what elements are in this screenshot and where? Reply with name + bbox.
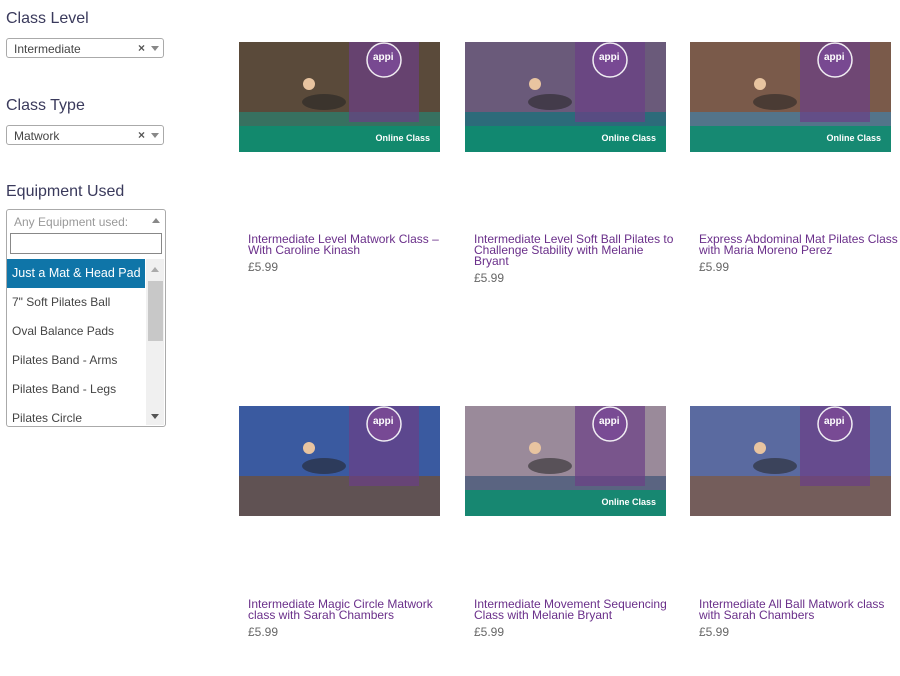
scroll-down-icon[interactable] bbox=[151, 414, 159, 419]
product-thumbnail[interactable]: appi Online Class bbox=[239, 42, 440, 152]
class-level-select[interactable]: Intermediate × bbox=[6, 38, 164, 58]
product-price: £5.99 bbox=[248, 625, 279, 639]
class-level-label: Class Level bbox=[6, 10, 89, 27]
equipment-placeholder: Any Equipment used: bbox=[14, 215, 129, 229]
online-class-badge: Online Class bbox=[465, 490, 666, 516]
product-thumbnail[interactable]: appi Online Class bbox=[690, 42, 891, 152]
product-thumbnail[interactable]: appi bbox=[690, 406, 891, 516]
class-level-value: Intermediate bbox=[14, 42, 81, 56]
chevron-up-icon bbox=[152, 218, 160, 223]
class-type-select[interactable]: Matwork × bbox=[6, 125, 164, 145]
online-class-badge: Online Class bbox=[239, 126, 440, 152]
badge-label: Online Class bbox=[601, 497, 656, 507]
online-class-badge: Online Class bbox=[465, 126, 666, 152]
online-class-badge: Online Class bbox=[690, 126, 891, 152]
product-price: £5.99 bbox=[699, 260, 730, 274]
class-type-label: Class Type bbox=[6, 97, 85, 114]
equipment-option[interactable]: Pilates Band - Legs bbox=[7, 375, 145, 404]
product-title-link[interactable]: Intermediate Movement Sequencing Class w… bbox=[474, 598, 674, 621]
class-type-value: Matwork bbox=[14, 129, 60, 143]
badge-label: Online Class bbox=[601, 133, 656, 143]
product-thumbnail[interactable]: appi bbox=[239, 406, 440, 516]
product-title-link[interactable]: Intermediate Level Matwork Class – With … bbox=[248, 233, 448, 256]
equipment-label: Equipment Used bbox=[6, 183, 125, 200]
scrollbar-thumb[interactable] bbox=[148, 281, 163, 341]
badge-label: Online Class bbox=[826, 133, 881, 143]
product-title-link[interactable]: Intermediate Magic Circle Matwork class … bbox=[248, 598, 448, 621]
chevron-down-icon bbox=[151, 133, 159, 138]
appi-logo: appi bbox=[373, 52, 394, 63]
equipment-option[interactable]: Pilates Circle bbox=[7, 404, 145, 433]
product-price: £5.99 bbox=[699, 625, 730, 639]
equipment-option[interactable]: Just a Mat & Head Pad bbox=[7, 259, 145, 288]
product-title-link[interactable]: Intermediate All Ball Matwork class with… bbox=[699, 598, 899, 621]
equipment-search-input[interactable] bbox=[10, 233, 162, 254]
product-price: £5.99 bbox=[248, 260, 279, 274]
appi-logo: appi bbox=[599, 416, 620, 427]
product-thumbnail[interactable]: appi Online Class bbox=[465, 406, 666, 516]
chevron-down-icon bbox=[151, 46, 159, 51]
product-title-link[interactable]: Intermediate Level Soft Ball Pilates to … bbox=[474, 233, 674, 267]
appi-logo: appi bbox=[599, 52, 620, 63]
equipment-option[interactable]: Oval Balance Pads bbox=[7, 317, 145, 346]
appi-logo: appi bbox=[824, 416, 845, 427]
equipment-option[interactable]: 7" Soft Pilates Ball bbox=[7, 288, 145, 317]
class-level-clear-icon[interactable]: × bbox=[138, 41, 145, 55]
product-title-link[interactable]: Express Abdominal Mat Pilates Class with… bbox=[699, 233, 899, 256]
equipment-dropdown[interactable]: Any Equipment used: Just a Mat & Head Pa… bbox=[6, 209, 166, 427]
product-thumbnail[interactable]: appi Online Class bbox=[465, 42, 666, 152]
dropdown-scrollbar[interactable] bbox=[146, 259, 164, 425]
badge-label: Online Class bbox=[375, 133, 430, 143]
product-price: £5.99 bbox=[474, 271, 505, 285]
class-type-clear-icon[interactable]: × bbox=[138, 128, 145, 142]
equipment-option[interactable]: Pilates Band - Arms bbox=[7, 346, 145, 375]
equipment-options: Just a Mat & Head Pad 7" Soft Pilates Bal… bbox=[7, 259, 145, 433]
scroll-up-icon[interactable] bbox=[151, 267, 159, 272]
appi-logo: appi bbox=[824, 52, 845, 63]
appi-logo: appi bbox=[373, 416, 394, 427]
product-price: £5.99 bbox=[474, 625, 505, 639]
